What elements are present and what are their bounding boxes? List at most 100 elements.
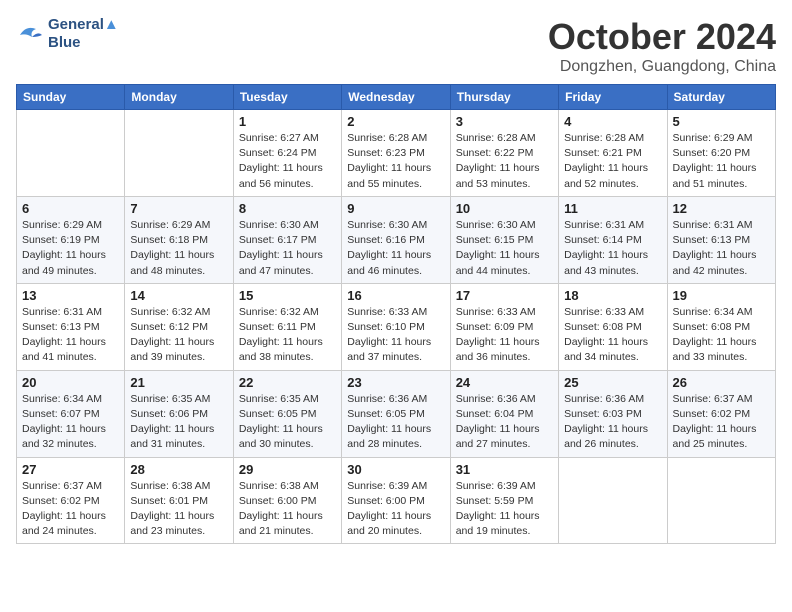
day-number: 17 [456, 288, 553, 303]
week-row-3: 13 Sunrise: 6:31 AM Sunset: 6:13 PM Dayli… [17, 283, 776, 370]
day-cell: 7 Sunrise: 6:29 AM Sunset: 6:18 PM Daylig… [125, 196, 233, 283]
day-number: 9 [347, 201, 444, 216]
day-cell: 9Sunrise: 6:30 AM Sunset: 6:16 PM Daylig… [342, 196, 450, 283]
day-number: 27 [22, 462, 119, 477]
day-info: Sunrise: 6:33 AM Sunset: 6:08 PM Dayligh… [564, 305, 661, 366]
day-cell: 28 Sunrise: 6:38 AM Sunset: 6:01 PM Dayli… [125, 457, 233, 544]
logo-icon [16, 23, 44, 45]
day-info: Sunrise: 6:29 AM Sunset: 6:19 PM Dayligh… [22, 218, 119, 279]
day-number: 21 [130, 375, 227, 390]
day-number: 29 [239, 462, 336, 477]
day-cell: 12 Sunrise: 6:31 AM Sunset: 6:13 PM Dayli… [667, 196, 775, 283]
day-cell: 21 Sunrise: 6:35 AM Sunset: 6:06 PM Dayli… [125, 370, 233, 457]
day-number: 30 [347, 462, 444, 477]
week-row-5: 27 Sunrise: 6:37 AM Sunset: 6:02 PM Dayli… [17, 457, 776, 544]
day-info: Sunrise: 6:38 AM Sunset: 6:00 PM Dayligh… [239, 479, 336, 540]
day-info: Sunrise: 6:38 AM Sunset: 6:01 PM Dayligh… [130, 479, 227, 540]
title-block: October 2024 Dongzhen, Guangdong, China [548, 16, 776, 76]
day-cell: 11 Sunrise: 6:31 AM Sunset: 6:14 PM Dayli… [559, 196, 667, 283]
day-number: 28 [130, 462, 227, 477]
day-number: 2 [347, 114, 444, 129]
day-info: Sunrise: 6:31 AM Sunset: 6:13 PM Dayligh… [22, 305, 119, 366]
day-info: Sunrise: 6:30 AM Sunset: 6:17 PM Dayligh… [239, 218, 336, 279]
day-info: Sunrise: 6:36 AM Sunset: 6:05 PM Dayligh… [347, 392, 444, 453]
day-cell: 20Sunrise: 6:34 AM Sunset: 6:07 PM Dayli… [17, 370, 125, 457]
day-cell: 19 Sunrise: 6:34 AM Sunset: 6:08 PM Dayli… [667, 283, 775, 370]
day-cell: 14 Sunrise: 6:32 AM Sunset: 6:12 PM Dayli… [125, 283, 233, 370]
day-info: Sunrise: 6:37 AM Sunset: 6:02 PM Dayligh… [22, 479, 119, 540]
day-info: Sunrise: 6:28 AM Sunset: 6:21 PM Dayligh… [564, 131, 661, 192]
day-cell: 5Sunrise: 6:29 AM Sunset: 6:20 PM Daylig… [667, 110, 775, 197]
week-row-4: 20Sunrise: 6:34 AM Sunset: 6:07 PM Dayli… [17, 370, 776, 457]
day-number: 16 [347, 288, 444, 303]
day-info: Sunrise: 6:35 AM Sunset: 6:06 PM Dayligh… [130, 392, 227, 453]
day-info: Sunrise: 6:29 AM Sunset: 6:18 PM Dayligh… [130, 218, 227, 279]
day-number: 13 [22, 288, 119, 303]
day-cell: 29 Sunrise: 6:38 AM Sunset: 6:00 PM Dayli… [233, 457, 341, 544]
day-number: 14 [130, 288, 227, 303]
day-cell: 8Sunrise: 6:30 AM Sunset: 6:17 PM Daylig… [233, 196, 341, 283]
day-cell [17, 110, 125, 197]
page-header: General▲ Blue October 2024 Dongzhen, Gua… [16, 16, 776, 76]
day-cell: 1Sunrise: 6:27 AM Sunset: 6:24 PM Daylig… [233, 110, 341, 197]
day-info: Sunrise: 6:32 AM Sunset: 6:12 PM Dayligh… [130, 305, 227, 366]
day-cell: 30 Sunrise: 6:39 AM Sunset: 6:00 PM Dayli… [342, 457, 450, 544]
day-number: 26 [673, 375, 770, 390]
day-cell: 25 Sunrise: 6:36 AM Sunset: 6:03 PM Dayli… [559, 370, 667, 457]
day-cell: 16 Sunrise: 6:33 AM Sunset: 6:10 PM Dayli… [342, 283, 450, 370]
day-number: 10 [456, 201, 553, 216]
day-info: Sunrise: 6:33 AM Sunset: 6:10 PM Dayligh… [347, 305, 444, 366]
day-number: 3 [456, 114, 553, 129]
day-cell: 13 Sunrise: 6:31 AM Sunset: 6:13 PM Dayli… [17, 283, 125, 370]
day-info: Sunrise: 6:31 AM Sunset: 6:13 PM Dayligh… [673, 218, 770, 279]
day-info: Sunrise: 6:28 AM Sunset: 6:22 PM Dayligh… [456, 131, 553, 192]
weekday-header-thursday: Thursday [450, 85, 558, 110]
day-cell [125, 110, 233, 197]
day-cell: 17 Sunrise: 6:33 AM Sunset: 6:09 PM Dayli… [450, 283, 558, 370]
day-number: 6 [22, 201, 119, 216]
day-info: Sunrise: 6:39 AM Sunset: 6:00 PM Dayligh… [347, 479, 444, 540]
day-number: 4 [564, 114, 661, 129]
weekday-header-wednesday: Wednesday [342, 85, 450, 110]
day-cell [559, 457, 667, 544]
week-row-2: 6 Sunrise: 6:29 AM Sunset: 6:19 PM Daylig… [17, 196, 776, 283]
day-info: Sunrise: 6:34 AM Sunset: 6:07 PM Dayligh… [22, 392, 119, 453]
weekday-header-row: SundayMondayTuesdayWednesdayThursdayFrid… [17, 85, 776, 110]
day-info: Sunrise: 6:31 AM Sunset: 6:14 PM Dayligh… [564, 218, 661, 279]
day-info: Sunrise: 6:36 AM Sunset: 6:04 PM Dayligh… [456, 392, 553, 453]
day-number: 11 [564, 201, 661, 216]
weekday-header-friday: Friday [559, 85, 667, 110]
weekday-header-tuesday: Tuesday [233, 85, 341, 110]
day-cell: 26Sunrise: 6:37 AM Sunset: 6:02 PM Dayli… [667, 370, 775, 457]
day-cell: 18Sunrise: 6:33 AM Sunset: 6:08 PM Dayli… [559, 283, 667, 370]
weekday-header-sunday: Sunday [17, 85, 125, 110]
day-info: Sunrise: 6:33 AM Sunset: 6:09 PM Dayligh… [456, 305, 553, 366]
day-cell [667, 457, 775, 544]
day-cell: 6 Sunrise: 6:29 AM Sunset: 6:19 PM Daylig… [17, 196, 125, 283]
day-number: 7 [130, 201, 227, 216]
weekday-header-saturday: Saturday [667, 85, 775, 110]
day-cell: 27 Sunrise: 6:37 AM Sunset: 6:02 PM Dayli… [17, 457, 125, 544]
day-cell: 4 Sunrise: 6:28 AM Sunset: 6:21 PM Daylig… [559, 110, 667, 197]
day-cell: 24 Sunrise: 6:36 AM Sunset: 6:04 PM Dayli… [450, 370, 558, 457]
day-cell: 3 Sunrise: 6:28 AM Sunset: 6:22 PM Daylig… [450, 110, 558, 197]
weekday-header-monday: Monday [125, 85, 233, 110]
day-cell: 31 Sunrise: 6:39 AM Sunset: 5:59 PM Dayli… [450, 457, 558, 544]
month-title: October 2024 [548, 16, 776, 58]
day-number: 1 [239, 114, 336, 129]
day-info: Sunrise: 6:36 AM Sunset: 6:03 PM Dayligh… [564, 392, 661, 453]
day-number: 12 [673, 201, 770, 216]
day-info: Sunrise: 6:39 AM Sunset: 5:59 PM Dayligh… [456, 479, 553, 540]
day-number: 22 [239, 375, 336, 390]
day-number: 25 [564, 375, 661, 390]
day-info: Sunrise: 6:34 AM Sunset: 6:08 PM Dayligh… [673, 305, 770, 366]
day-info: Sunrise: 6:35 AM Sunset: 6:05 PM Dayligh… [239, 392, 336, 453]
day-number: 31 [456, 462, 553, 477]
day-number: 23 [347, 375, 444, 390]
location: Dongzhen, Guangdong, China [548, 58, 776, 76]
day-number: 24 [456, 375, 553, 390]
day-cell: 23 Sunrise: 6:36 AM Sunset: 6:05 PM Dayli… [342, 370, 450, 457]
day-cell: 15Sunrise: 6:32 AM Sunset: 6:11 PM Dayli… [233, 283, 341, 370]
day-number: 19 [673, 288, 770, 303]
day-info: Sunrise: 6:29 AM Sunset: 6:20 PM Dayligh… [673, 131, 770, 192]
